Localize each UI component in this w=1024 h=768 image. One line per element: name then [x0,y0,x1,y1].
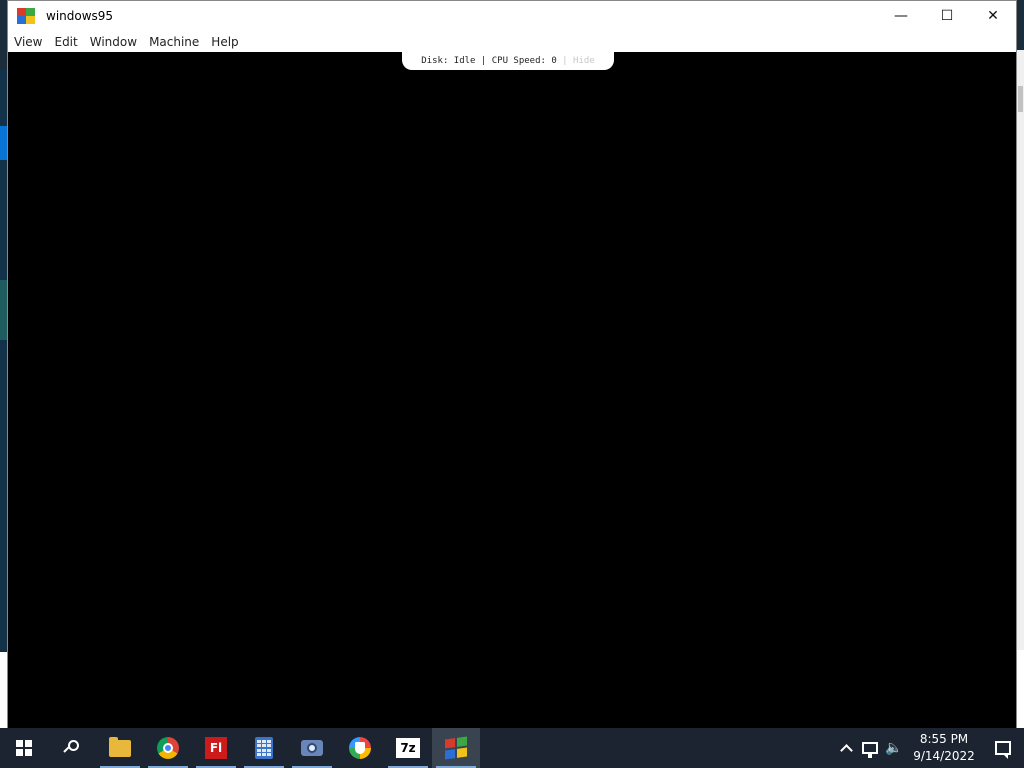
disk-status: Disk: Idle [421,56,476,66]
windows95-app-window: windows95 — ☐ ✕ View Edit Window Machine… [7,0,1017,730]
status-bar: Disk: Idle | CPU Speed: 0 | Hide [402,52,614,70]
minimize-icon: — [894,8,908,24]
network-icon [862,742,878,758]
taskbar-flash[interactable]: Fl [192,728,240,768]
search-button[interactable] [48,728,96,768]
notification-center-button[interactable] [982,728,1024,768]
emulator-screen[interactable]: Disk: Idle | CPU Speed: 0 | Hide [8,52,1016,730]
taskbar: Fl 7z 🔈 8:55 PM 9/14/2022 [0,728,1024,768]
maximize-button[interactable]: ☐ [924,1,970,31]
chrome-icon [157,737,179,759]
scrollbar-thumb[interactable] [1018,86,1023,112]
close-icon: ✕ [987,8,999,24]
menu-view[interactable]: View [8,35,48,49]
windows-start-icon [16,740,32,756]
chevron-up-icon [839,743,853,757]
search-icon [63,740,80,756]
menu-bar: View Edit Window Machine Help [8,31,1016,52]
clock-time: 8:55 PM [919,732,969,746]
menu-machine[interactable]: Machine [143,35,205,49]
flash-icon: Fl [205,737,227,759]
7zip-icon: 7z [396,738,420,758]
start-button[interactable] [0,728,48,768]
taskbar-calculator[interactable] [240,728,288,768]
shield-icon [349,737,371,759]
status-separator: | [556,56,574,66]
windows95-app-icon [17,8,35,24]
show-hidden-icons-button[interactable] [834,728,858,768]
taskbar-chrome[interactable] [144,728,192,768]
status-separator: | [475,56,492,66]
camera-icon [301,740,323,756]
window-controls: — ☐ ✕ [878,1,1016,31]
hide-status-button[interactable]: Hide [573,56,595,66]
minimize-button[interactable]: — [878,1,924,31]
title-bar[interactable]: windows95 — ☐ ✕ [8,1,1016,31]
taskbar-file-explorer[interactable] [96,728,144,768]
calculator-icon [255,737,273,759]
volume-button[interactable]: 🔈 [882,728,906,768]
network-button[interactable] [858,728,882,768]
window-title: windows95 [46,9,114,23]
system-tray: 🔈 8:55 PM 9/14/2022 [834,728,1024,768]
volume-icon: 🔈 [885,740,903,756]
close-button[interactable]: ✕ [970,1,1016,31]
background-window-fragment [1017,650,1024,740]
taskbar-vpn[interactable] [336,728,384,768]
menu-window[interactable]: Window [84,35,143,49]
clock-date: 9/14/2022 [913,749,975,763]
cpu-speed-status: CPU Speed: 0 [491,56,557,66]
menu-edit[interactable]: Edit [48,35,83,49]
taskbar-windows95[interactable] [432,728,480,768]
notification-icon [995,741,1011,759]
taskbar-camera[interactable] [288,728,336,768]
background-scrollbar[interactable] [1017,50,1024,650]
folder-icon [109,736,131,757]
menu-help[interactable]: Help [205,35,244,49]
windows95-icon [445,736,467,760]
taskbar-7zip[interactable]: 7z [384,728,432,768]
clock[interactable]: 8:55 PM 9/14/2022 [906,728,982,768]
maximize-icon: ☐ [940,8,954,24]
